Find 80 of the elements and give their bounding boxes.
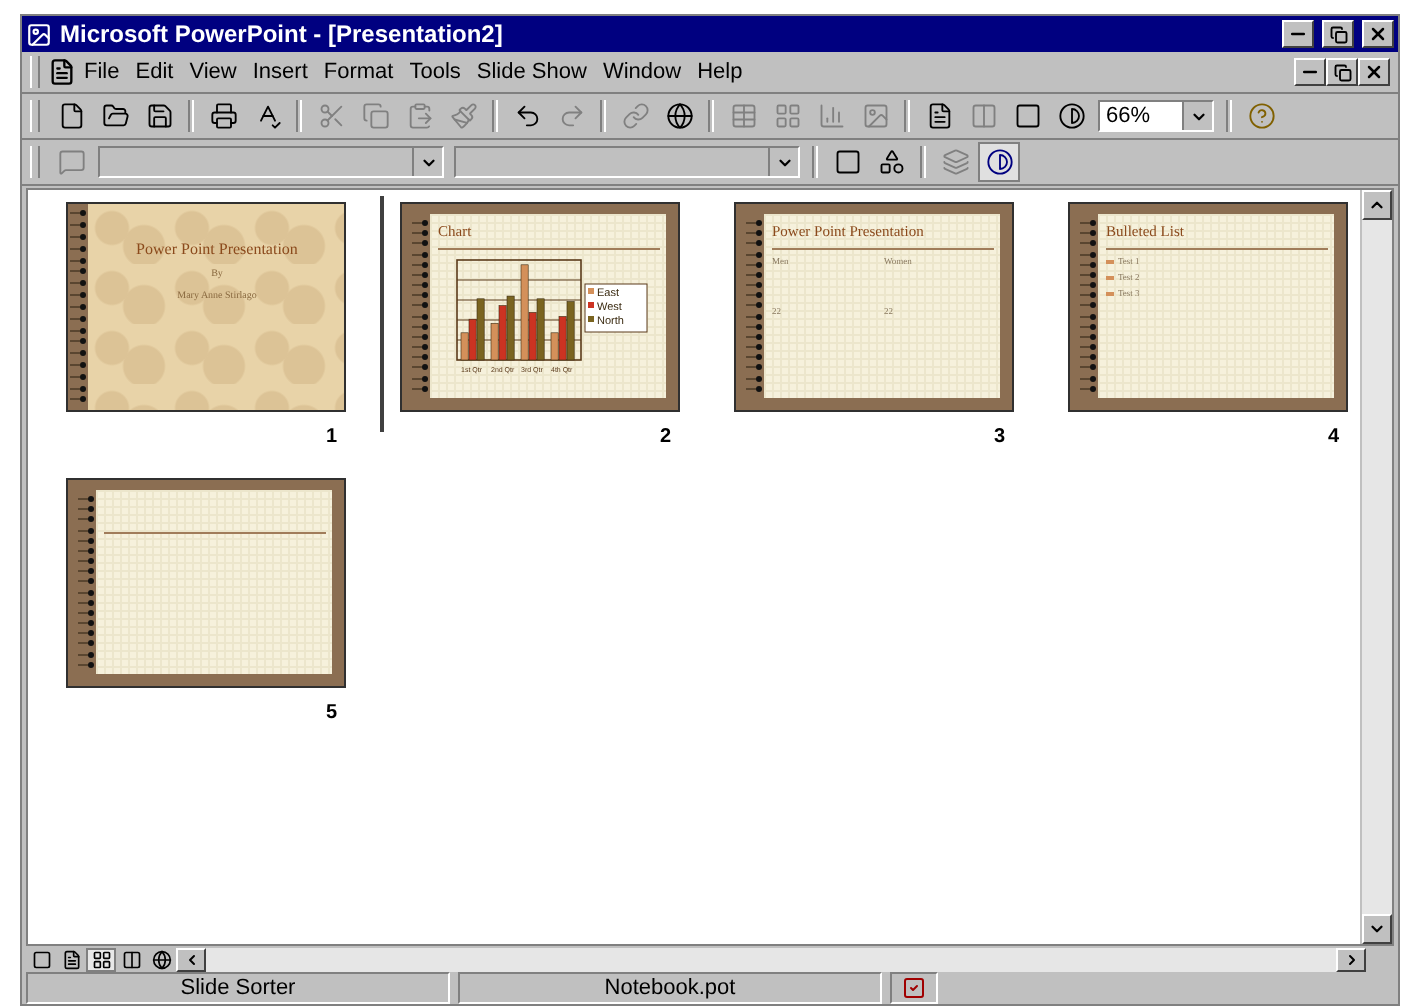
slide-number: 3 (994, 426, 1006, 448)
outline-view-icon (61, 949, 81, 969)
slide-number: 2 (660, 426, 672, 448)
sorter-view-button[interactable] (86, 947, 116, 971)
legend-swatch (588, 302, 594, 308)
help-icon (1247, 102, 1275, 130)
window-title: Microsoft PowerPoint - [Presentation2] (60, 20, 505, 48)
contrast-icon (985, 148, 1013, 176)
close-button[interactable] (1358, 58, 1390, 86)
formatting-button[interactable] (978, 142, 1020, 182)
legend-swatch (588, 288, 594, 294)
status-text: Slide Sorter (26, 972, 450, 1004)
contrast-icon (1057, 102, 1085, 130)
picture-frame-icon (861, 102, 889, 130)
square-icon (833, 148, 861, 176)
legend-swatch (588, 316, 594, 322)
minimize-button[interactable] (1294, 58, 1326, 86)
spreadsheet-icon (773, 102, 801, 130)
slide-thumbnail[interactable] (66, 478, 346, 688)
close-icon (1364, 62, 1384, 82)
comment-icon (57, 148, 85, 176)
menu-item[interactable]: Edit (127, 60, 182, 84)
layers-icon (941, 148, 969, 176)
close-icon (1368, 24, 1388, 44)
globe-icon (665, 102, 693, 130)
menu-item[interactable]: Window (594, 60, 690, 84)
app-icon (26, 21, 52, 47)
slide-number: 4 (1328, 426, 1340, 448)
copy-icon (361, 102, 389, 130)
chart-legend (584, 283, 648, 333)
slide-number: 1 (326, 426, 338, 448)
bar-chart-icon (817, 102, 845, 130)
restore-button[interactable] (1326, 58, 1358, 86)
scroll-up-button[interactable] (1362, 190, 1392, 220)
table-icon (729, 102, 757, 130)
format-painter-icon (449, 102, 477, 130)
normal-view-icon (31, 949, 51, 969)
redo-icon (557, 102, 585, 130)
shapes-icon (877, 148, 905, 176)
horizontal-scrollbar[interactable] (176, 947, 1366, 971)
spiral-binding-icon (68, 204, 88, 410)
status-text: Notebook.pot (458, 972, 882, 1004)
undo-icon (513, 102, 541, 130)
bar-chart-plot (456, 259, 582, 361)
document-icon (48, 58, 76, 86)
columns-icon (969, 102, 997, 130)
restore-button[interactable] (1322, 20, 1354, 48)
hyperlink-icon (621, 102, 649, 130)
restore-icon (1333, 63, 1351, 81)
scroll-right-button[interactable] (1336, 947, 1366, 971)
cut-icon (317, 102, 345, 130)
spelling-status-icon (902, 976, 926, 1000)
menu-item[interactable]: Format (315, 60, 402, 84)
menu-item[interactable]: View (181, 60, 245, 84)
open-folder-icon (101, 102, 129, 130)
show-view-icon (151, 949, 171, 969)
notes-view-icon (121, 949, 141, 969)
slide-title: Power Point Presentation (136, 240, 298, 258)
scroll-down-button[interactable] (1362, 914, 1392, 944)
print-icon (209, 102, 237, 130)
vertical-scrollbar[interactable] (1360, 190, 1392, 944)
minimize-button[interactable] (1282, 20, 1314, 48)
font-dropdown[interactable] (98, 146, 444, 178)
new-file-icon (57, 102, 85, 130)
restore-icon (1329, 25, 1347, 43)
zoom-dropdown[interactable]: 66% (1098, 100, 1214, 132)
menu-item[interactable]: Tools (401, 60, 469, 84)
square-icon (1013, 102, 1041, 130)
save-icon (145, 102, 173, 130)
menu-item[interactable]: Insert (244, 60, 316, 84)
paste-icon (405, 102, 433, 130)
document-icon (925, 102, 953, 130)
menu-item[interactable]: Help (689, 60, 751, 84)
font-size-dropdown[interactable] (454, 146, 800, 178)
slide-number: 5 (326, 702, 338, 724)
menu-item[interactable]: Slide Show (468, 60, 595, 84)
scroll-left-button[interactable] (176, 947, 206, 971)
close-button[interactable] (1362, 20, 1394, 48)
menu-item[interactable]: File (76, 60, 128, 84)
sorter-view-icon (91, 949, 111, 969)
